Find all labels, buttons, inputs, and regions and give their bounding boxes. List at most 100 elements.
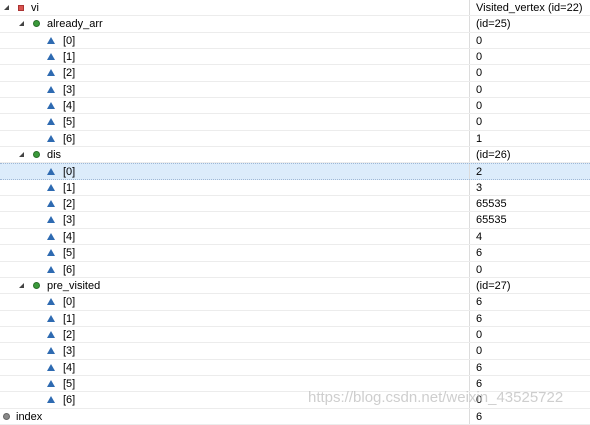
- tree-row-pre-visited[interactable]: pre_visited (id=27): [0, 277, 590, 295]
- name-column: [6]: [0, 392, 470, 408]
- tree-row-already-arr[interactable]: already_arr (id=25): [0, 16, 590, 33]
- name-column: index: [0, 408, 470, 424]
- tree-row-element[interactable]: [3] 65535: [0, 212, 590, 229]
- default-field-icon: [33, 20, 40, 28]
- name-column: [1]: [0, 49, 470, 65]
- tree-row-index[interactable]: index 6: [0, 408, 590, 425]
- array-element-icon: [47, 200, 55, 208]
- element-index: [2]: [63, 67, 76, 80]
- element-value: 0: [476, 345, 483, 358]
- element-value: 65535: [476, 198, 507, 211]
- tree-row-element[interactable]: [0] 6: [0, 294, 590, 311]
- tree-row-dis[interactable]: dis (id=26): [0, 147, 590, 164]
- name-column: already_arr: [0, 16, 470, 32]
- element-index: [2]: [63, 198, 76, 211]
- element-index: [6]: [63, 394, 76, 407]
- array-element-icon: [47, 216, 55, 224]
- local-variable-icon: [3, 412, 10, 420]
- expand-collapse-icon[interactable]: [18, 151, 26, 159]
- array-element-icon: [47, 396, 55, 404]
- variable-value: (id=26): [476, 149, 511, 162]
- element-value: 0: [476, 51, 483, 64]
- tree-row-element[interactable]: [2] 0: [0, 326, 590, 344]
- element-index: [0]: [63, 34, 76, 47]
- name-column: [1]: [0, 179, 470, 196]
- variable-name: pre_visited: [47, 279, 101, 292]
- tree-row-element[interactable]: [4] 4: [0, 228, 590, 246]
- tree-row-element-selected[interactable]: [0] 2: [0, 163, 590, 180]
- array-element-icon: [47, 53, 55, 61]
- tree-row-element[interactable]: [3] 0: [0, 81, 590, 99]
- tree-row-element[interactable]: [1] 3: [0, 179, 590, 197]
- element-index: [5]: [63, 247, 76, 260]
- variable-value: (id=25): [476, 18, 511, 31]
- element-index: [4]: [63, 361, 76, 374]
- tree-row-element[interactable]: [3] 0: [0, 343, 590, 360]
- element-index: [0]: [63, 296, 76, 309]
- tree-row-element[interactable]: [5] 6: [0, 245, 590, 262]
- tree-row-element[interactable]: [0] 0: [0, 32, 590, 50]
- array-element-icon: [47, 379, 55, 387]
- name-column: [4]: [0, 359, 470, 375]
- tree-row-element[interactable]: [2] 0: [0, 65, 590, 82]
- name-column: [3]: [0, 343, 470, 359]
- array-element-icon: [47, 134, 55, 142]
- element-value: 6: [476, 312, 483, 325]
- element-value: 0: [476, 67, 483, 80]
- tree-row-element[interactable]: [1] 0: [0, 49, 590, 66]
- name-column: [5]: [0, 375, 470, 392]
- name-column: [5]: [0, 245, 470, 261]
- variable-name: already_arr: [47, 18, 103, 31]
- variables-tree: vi Visited_vertex (id=22) already_arr (i…: [0, 0, 590, 425]
- name-column: [6]: [0, 130, 470, 147]
- tree-row-element[interactable]: [4] 6: [0, 359, 590, 376]
- name-column: [4]: [0, 98, 470, 114]
- name-column: pre_visited: [0, 277, 470, 294]
- element-index: [3]: [63, 345, 76, 358]
- element-value: 1: [476, 132, 483, 145]
- array-element-icon: [47, 265, 55, 273]
- element-index: [5]: [63, 116, 76, 129]
- name-column: [3]: [0, 212, 470, 228]
- array-element-icon: [47, 347, 55, 355]
- element-index: [3]: [63, 214, 76, 227]
- tree-row-element[interactable]: [5] 6: [0, 375, 590, 393]
- element-index: [1]: [63, 181, 76, 194]
- element-value: 0: [476, 116, 483, 129]
- name-column: [3]: [0, 81, 470, 98]
- name-column: vi: [0, 0, 470, 16]
- name-column: [0]: [0, 32, 470, 49]
- tree-row-vi[interactable]: vi Visited_vertex (id=22): [0, 0, 590, 17]
- expand-collapse-icon[interactable]: [3, 4, 11, 12]
- tree-row-element[interactable]: [1] 6: [0, 310, 590, 327]
- array-element-icon: [47, 298, 55, 306]
- tree-row-element[interactable]: [2] 65535: [0, 196, 590, 213]
- name-column: [1]: [0, 310, 470, 326]
- default-field-icon: [33, 281, 40, 289]
- name-column: [0]: [0, 294, 470, 310]
- element-value: 0: [476, 394, 483, 407]
- element-index: [0]: [63, 166, 76, 179]
- expand-collapse-icon[interactable]: [18, 20, 26, 28]
- array-element-icon: [47, 363, 55, 371]
- element-index: [4]: [63, 100, 76, 113]
- tree-row-element[interactable]: [5] 0: [0, 114, 590, 131]
- name-column: [0]: [0, 164, 470, 179]
- name-column: [2]: [0, 65, 470, 81]
- array-element-icon: [47, 36, 55, 44]
- tree-row-element[interactable]: [6] 0: [0, 261, 590, 278]
- array-element-icon: [47, 183, 55, 191]
- element-value: 0: [476, 328, 483, 341]
- array-element-icon: [47, 69, 55, 77]
- element-value: 4: [476, 230, 483, 243]
- tree-row-element[interactable]: [6] 1: [0, 130, 590, 148]
- array-element-icon: [47, 168, 55, 176]
- array-element-icon: [47, 85, 55, 93]
- tree-row-element[interactable]: [4] 0: [0, 98, 590, 115]
- element-value: 6: [476, 296, 483, 309]
- array-element-icon: [47, 118, 55, 126]
- tree-row-element[interactable]: [6] 0: [0, 392, 590, 409]
- expand-collapse-icon[interactable]: [18, 282, 26, 290]
- element-index: [3]: [63, 83, 76, 96]
- array-element-icon: [47, 314, 55, 322]
